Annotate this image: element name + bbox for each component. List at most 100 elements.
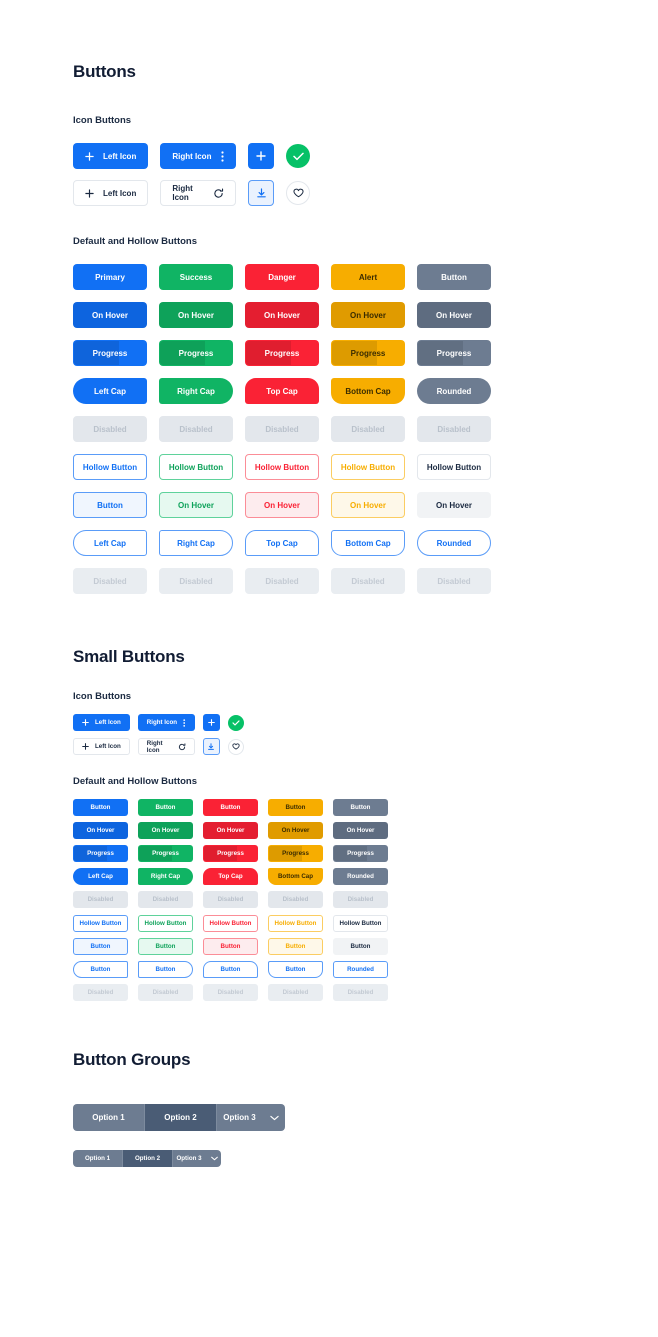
- button-right-cap[interactable]: Right Cap: [159, 378, 233, 404]
- small-button-success-hover[interactable]: On Hover: [138, 822, 193, 839]
- check-circle-button[interactable]: [286, 144, 311, 168]
- small-button-primary[interactable]: Button: [73, 799, 128, 816]
- small-button-left-cap[interactable]: Left Cap: [73, 868, 128, 885]
- small-hollow-button-left-cap[interactable]: Button: [73, 961, 128, 978]
- hollow-button-left-cap[interactable]: Left Cap: [73, 530, 147, 556]
- hollow-button-danger-hover[interactable]: On Hover: [245, 492, 319, 518]
- button-label: Progress: [92, 348, 128, 358]
- button-alert-progress[interactable]: Progress: [331, 340, 405, 366]
- small-hollow-button-bottom-cap[interactable]: Button: [268, 961, 323, 978]
- button-danger-hover[interactable]: On Hover: [245, 302, 319, 328]
- small-button-danger-progress[interactable]: Progress: [203, 845, 258, 862]
- download-button[interactable]: [248, 180, 275, 206]
- small-hollow-button-alert[interactable]: Hollow Button: [268, 915, 323, 932]
- right-icon-button-filled[interactable]: Right Icon: [160, 143, 237, 169]
- hollow-button-primary-hover[interactable]: Button: [73, 492, 147, 518]
- small-button-gray-hover[interactable]: On Hover: [333, 822, 388, 839]
- button-danger[interactable]: Danger: [245, 264, 319, 290]
- button-gray[interactable]: Button: [417, 264, 491, 290]
- icon-buttons-outline-row: Left Icon Right Icon: [73, 180, 658, 206]
- small-right-icon-button-filled[interactable]: Right Icon: [137, 714, 195, 731]
- button-group-option-2[interactable]: Option 2: [145, 1104, 217, 1131]
- chevron-down-icon: [270, 1115, 279, 1121]
- small-button-primary-progress[interactable]: Progress: [73, 845, 128, 862]
- small-button-rounded[interactable]: Rounded: [333, 868, 388, 885]
- button-gray-progress[interactable]: Progress: [417, 340, 491, 366]
- hollow-button-primary[interactable]: Hollow Button: [73, 454, 147, 480]
- button-primary-hover[interactable]: On Hover: [73, 302, 147, 328]
- left-icon-button-filled[interactable]: Left Icon: [73, 143, 149, 169]
- kebab-menu-icon: [221, 150, 224, 162]
- small-button-success[interactable]: Button: [138, 799, 193, 816]
- hollow-button-danger[interactable]: Hollow Button: [245, 454, 319, 480]
- small-button-top-cap[interactable]: Top Cap: [203, 868, 258, 885]
- small-button-alert-hover[interactable]: On Hover: [268, 822, 323, 839]
- favorite-button[interactable]: [286, 181, 311, 205]
- plus-square-button[interactable]: [248, 143, 275, 169]
- button-left-cap[interactable]: Left Cap: [73, 378, 147, 404]
- small-button-alert[interactable]: Button: [268, 799, 323, 816]
- small-hollow-button-alert-hover[interactable]: Button: [268, 938, 323, 955]
- small-button-group-option-1[interactable]: Option 1: [73, 1150, 123, 1167]
- small-button-group-option-2[interactable]: Option 2: [123, 1150, 173, 1167]
- small-hollow-button-right-cap[interactable]: Button: [138, 961, 193, 978]
- button-primary[interactable]: Primary: [73, 264, 147, 290]
- right-icon-button-outline[interactable]: Right Icon: [160, 180, 237, 206]
- small-button-success-progress[interactable]: Progress: [138, 845, 193, 862]
- button-label: Right Icon: [146, 739, 163, 754]
- small-hollow-button-success[interactable]: Hollow Button: [138, 915, 193, 932]
- small-left-icon-button-filled[interactable]: Left Icon: [73, 714, 130, 731]
- hollow-button-success[interactable]: Hollow Button: [159, 454, 233, 480]
- small-hollow-button-top-cap[interactable]: Button: [203, 961, 258, 978]
- hollow-button-plain[interactable]: Hollow Button: [417, 454, 491, 480]
- small-button-primary-hover[interactable]: On Hover: [73, 822, 128, 839]
- small-hollow-button-danger[interactable]: Hollow Button: [203, 915, 258, 932]
- small-check-circle-button[interactable]: [227, 714, 244, 731]
- hollow-button-plain-hover[interactable]: On Hover: [417, 492, 491, 518]
- small-hollow-button-plain[interactable]: Hollow Button: [333, 915, 388, 932]
- small-button-disabled-5: Disabled: [333, 891, 388, 908]
- small-hollow-button-primary[interactable]: Hollow Button: [73, 915, 128, 932]
- small-hollow-button-plain-hover[interactable]: Button: [333, 938, 388, 955]
- button-success[interactable]: Success: [159, 264, 233, 290]
- hollow-button-alert[interactable]: Hollow Button: [331, 454, 405, 480]
- small-button-group-option-3[interactable]: Option 3: [173, 1150, 221, 1167]
- small-plus-square-button[interactable]: [202, 714, 220, 731]
- hollow-button-top-cap[interactable]: Top Cap: [245, 530, 319, 556]
- button-rounded[interactable]: Rounded: [417, 378, 491, 404]
- small-button-danger[interactable]: Button: [203, 799, 258, 816]
- small-button-bottom-cap[interactable]: Bottom Cap: [268, 868, 323, 885]
- small-button-gray[interactable]: Button: [333, 799, 388, 816]
- hollow-button-success-hover[interactable]: On Hover: [159, 492, 233, 518]
- small-download-button[interactable]: [202, 738, 220, 755]
- left-icon-button-outline[interactable]: Left Icon: [73, 180, 149, 206]
- hollow-button-right-cap[interactable]: Right Cap: [159, 530, 233, 556]
- small-hollow-button-primary-hover[interactable]: Button: [73, 938, 128, 955]
- button-label: Progress: [436, 348, 472, 358]
- small-hollow-button-danger-hover[interactable]: Button: [203, 938, 258, 955]
- button-group-option-3[interactable]: Option 3: [217, 1104, 285, 1131]
- button-top-cap[interactable]: Top Cap: [245, 378, 319, 404]
- hollow-button-bottom-cap[interactable]: Bottom Cap: [331, 530, 405, 556]
- small-hollow-button-rounded[interactable]: Rounded: [333, 961, 388, 978]
- button-success-hover[interactable]: On Hover: [159, 302, 233, 328]
- button-group-option-1[interactable]: Option 1: [73, 1104, 145, 1131]
- small-hollow-button-success-hover[interactable]: Button: [138, 938, 193, 955]
- button-success-progress[interactable]: Progress: [159, 340, 233, 366]
- hollow-button-rounded[interactable]: Rounded: [417, 530, 491, 556]
- hollow-button-alert-hover[interactable]: On Hover: [331, 492, 405, 518]
- small-left-icon-button-outline[interactable]: Left Icon: [73, 738, 130, 755]
- small-right-icon-button-outline[interactable]: Right Icon: [137, 738, 195, 755]
- small-button-gray-progress[interactable]: Progress: [333, 845, 388, 862]
- button-bottom-cap[interactable]: Bottom Cap: [331, 378, 405, 404]
- small-button-alert-progress[interactable]: Progress: [268, 845, 323, 862]
- small-favorite-button[interactable]: [227, 738, 244, 755]
- small-button-danger-hover[interactable]: On Hover: [203, 822, 258, 839]
- button-primary-progress[interactable]: Progress: [73, 340, 147, 366]
- small-button-right-cap[interactable]: Right Cap: [138, 868, 193, 885]
- button-gray-hover[interactable]: On Hover: [417, 302, 491, 328]
- small-hollow-buttons-grid: Hollow Button Hollow Button Hollow Butto…: [73, 915, 658, 1001]
- button-alert-hover[interactable]: On Hover: [331, 302, 405, 328]
- button-alert[interactable]: Alert: [331, 264, 405, 290]
- button-danger-progress[interactable]: Progress: [245, 340, 319, 366]
